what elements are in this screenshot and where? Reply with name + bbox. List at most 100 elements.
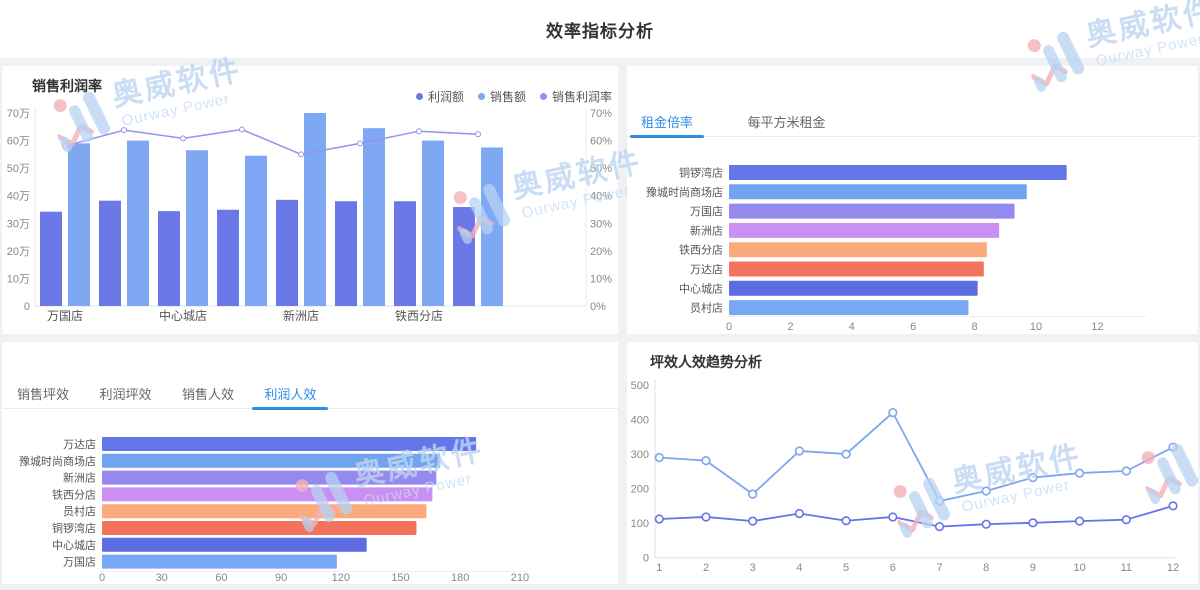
axis-tick-label: 70万 bbox=[7, 108, 30, 120]
sales-bar[interactable] bbox=[363, 128, 385, 306]
sales-bar[interactable] bbox=[304, 113, 326, 306]
axis-tick-label: 7 bbox=[936, 562, 942, 574]
trend-point[interactable] bbox=[1076, 469, 1084, 477]
trend-point[interactable] bbox=[982, 487, 990, 495]
hbar-铁西分店[interactable] bbox=[102, 487, 432, 501]
trend-point[interactable] bbox=[656, 515, 664, 523]
trend-point[interactable] bbox=[1076, 517, 1084, 525]
axis-tick-label: 180 bbox=[451, 572, 469, 584]
hbar-万国店[interactable] bbox=[729, 204, 1015, 219]
trend-point[interactable] bbox=[936, 497, 944, 505]
sales-bar[interactable] bbox=[68, 143, 90, 306]
trend-point[interactable] bbox=[936, 523, 944, 531]
trend-point[interactable] bbox=[1169, 443, 1177, 451]
legend-label: 销售利润率 bbox=[552, 88, 612, 105]
axis-tick-label: 50% bbox=[590, 163, 612, 175]
sales-bar[interactable] bbox=[481, 147, 503, 306]
tab-rent-multiple[interactable]: 租金倍率 bbox=[630, 112, 704, 137]
profit-bar[interactable] bbox=[158, 211, 180, 306]
profit-bar[interactable] bbox=[335, 201, 357, 306]
rent-tabbar: 租金倍率 每平方米租金 bbox=[627, 112, 1198, 137]
tab-sales-per-person[interactable]: 销售人效 bbox=[170, 384, 246, 409]
tab-rent-per-sqm[interactable]: 每平方米租金 bbox=[736, 112, 836, 137]
profit-bar[interactable] bbox=[217, 210, 239, 306]
margin-point[interactable] bbox=[476, 132, 481, 137]
trend-point[interactable] bbox=[1123, 467, 1131, 475]
trend-point[interactable] bbox=[1123, 516, 1131, 524]
hbar-铁西分店[interactable] bbox=[729, 242, 987, 257]
hbar-万达店[interactable] bbox=[729, 262, 984, 277]
store-label: 万国店 bbox=[690, 204, 723, 218]
hbar-员村店[interactable] bbox=[102, 504, 426, 518]
axis-tick-label: 50万 bbox=[7, 163, 30, 175]
margin-point[interactable] bbox=[417, 129, 422, 134]
margin-point[interactable] bbox=[299, 152, 304, 157]
hbar-员村店[interactable] bbox=[729, 300, 968, 315]
sales-bar[interactable] bbox=[127, 141, 149, 306]
trend-point[interactable] bbox=[1169, 502, 1177, 510]
sales-bar[interactable] bbox=[186, 150, 208, 306]
trend-point[interactable] bbox=[702, 457, 710, 465]
trend-point[interactable] bbox=[796, 510, 804, 518]
margin-point[interactable] bbox=[240, 127, 245, 132]
legend-item-sales[interactable]: 销售额 bbox=[478, 88, 526, 105]
trend-point[interactable] bbox=[656, 454, 664, 462]
profit-bar[interactable] bbox=[394, 201, 416, 306]
profit-bar[interactable] bbox=[40, 212, 62, 306]
margin-point[interactable] bbox=[63, 144, 68, 149]
trend-point[interactable] bbox=[842, 517, 850, 525]
legend-item-profit[interactable]: 利润额 bbox=[416, 88, 464, 105]
hbar-万国店[interactable] bbox=[102, 555, 337, 569]
axis-tick-label: 4 bbox=[849, 321, 855, 333]
axis-tick-label: 0% bbox=[590, 301, 606, 313]
sales-bar[interactable] bbox=[245, 156, 267, 306]
trend-point[interactable] bbox=[982, 520, 990, 528]
axis-tick-label: 100 bbox=[631, 518, 649, 530]
axis-tick-label: 3 bbox=[750, 562, 756, 574]
profit-bar[interactable] bbox=[276, 200, 298, 306]
trend-point[interactable] bbox=[702, 513, 710, 521]
axis-tick-label: 30 bbox=[156, 572, 168, 584]
hbar-万达店[interactable] bbox=[102, 437, 476, 451]
trend-point[interactable] bbox=[749, 490, 757, 498]
hbar-新洲店[interactable] bbox=[102, 471, 436, 485]
axis-tick-label: 5 bbox=[843, 562, 849, 574]
trend-point[interactable] bbox=[796, 447, 804, 455]
axis-tick-label: 11 bbox=[1121, 562, 1132, 574]
tab-profit-per-sqm[interactable]: 利润坪效 bbox=[87, 384, 163, 409]
hbar-中心城店[interactable] bbox=[729, 281, 978, 296]
trend-point[interactable] bbox=[889, 513, 897, 521]
hbar-铜锣湾店[interactable] bbox=[102, 521, 416, 535]
legend-item-margin[interactable]: 销售利润率 bbox=[540, 88, 612, 105]
profit-bar[interactable] bbox=[99, 201, 121, 306]
profit-bar[interactable] bbox=[453, 207, 475, 306]
hbar-豫城时尚商场店[interactable] bbox=[729, 184, 1027, 199]
axis-tick-label: 2 bbox=[703, 562, 709, 574]
tab-sales-per-sqm[interactable]: 销售坪效 bbox=[5, 384, 81, 409]
axis-tick-label: 2 bbox=[787, 321, 793, 333]
axis-tick-label: 150 bbox=[391, 572, 409, 584]
page-title: 效率指标分析 bbox=[546, 17, 654, 42]
margin-point[interactable] bbox=[181, 136, 186, 141]
margin-point[interactable] bbox=[358, 141, 363, 146]
sales-bar[interactable] bbox=[422, 141, 444, 306]
trend-point[interactable] bbox=[889, 409, 897, 417]
margin-line[interactable] bbox=[65, 130, 478, 155]
trend-point[interactable] bbox=[842, 450, 850, 458]
trend-line-1[interactable] bbox=[659, 413, 1173, 501]
tab-profit-per-person[interactable]: 利润人效 bbox=[252, 384, 328, 409]
margin-point[interactable] bbox=[122, 128, 127, 133]
store-label: 万达店 bbox=[63, 437, 96, 451]
axis-tick-label: 6 bbox=[890, 562, 896, 574]
trend-point[interactable] bbox=[749, 517, 757, 525]
hbar-豫城时尚商场店[interactable] bbox=[102, 454, 440, 468]
hbar-中心城店[interactable] bbox=[102, 538, 367, 552]
trend-point[interactable] bbox=[1029, 474, 1037, 482]
hbar-铜锣湾店[interactable] bbox=[729, 165, 1067, 180]
legend-label: 销售额 bbox=[490, 88, 526, 105]
axis-tick-label: 10 bbox=[1030, 321, 1042, 333]
hbar-新洲店[interactable] bbox=[729, 223, 999, 238]
trend-line-2[interactable] bbox=[659, 506, 1173, 527]
trend-point[interactable] bbox=[1029, 519, 1037, 527]
store-label: 员村店 bbox=[63, 504, 96, 518]
